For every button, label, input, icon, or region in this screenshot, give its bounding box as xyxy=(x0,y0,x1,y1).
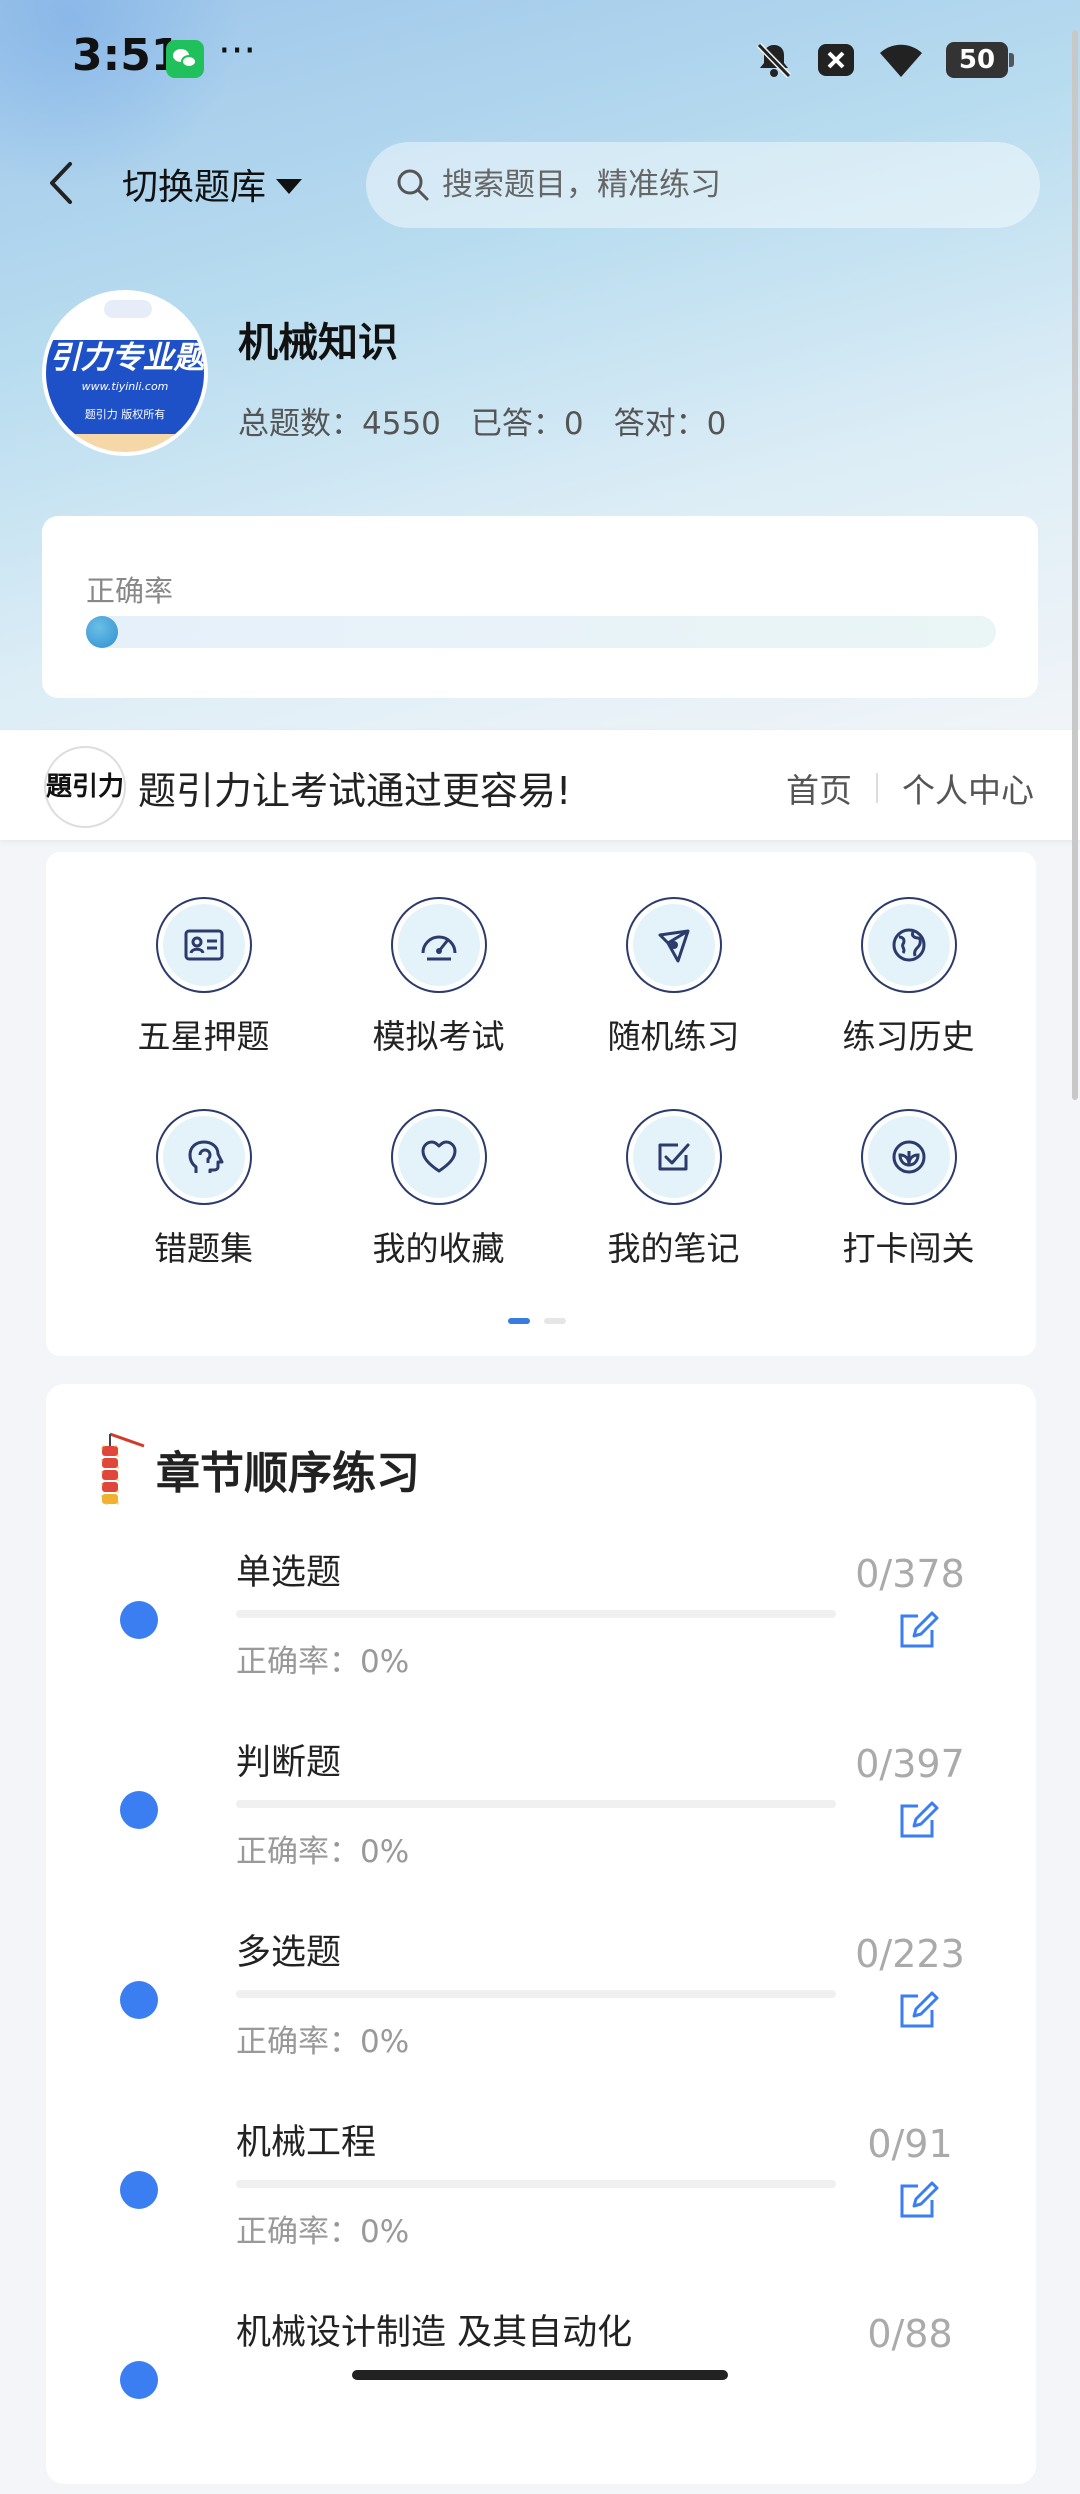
menu-item-mock-exam[interactable]: 模拟考试 xyxy=(321,896,556,1058)
heart-icon xyxy=(397,1116,480,1198)
switch-bank-button[interactable]: 切换题库 xyxy=(122,158,303,210)
menu-item-label: 打卡闯关 xyxy=(842,1229,975,1268)
chapter-progress-bar xyxy=(236,1610,836,1618)
status-bar: 3:51 ··· 50 xyxy=(0,0,1080,118)
menu-item-label: 模拟考试 xyxy=(372,1017,505,1056)
menu-item-label: 练习历史 xyxy=(842,1017,975,1056)
chapter-section-title: 章节顺序练习 xyxy=(156,1448,420,1499)
menu-item-favorites[interactable]: 我的收藏 xyxy=(321,1108,556,1270)
menu-pager[interactable] xyxy=(508,1318,566,1324)
bell-off-icon xyxy=(756,42,792,79)
chapter-row[interactable]: 单选题 正确率：0% 0/378 xyxy=(46,1544,1036,1734)
search-input[interactable] xyxy=(440,166,1004,204)
accuracy-label: 正确率 xyxy=(86,574,174,608)
accuracy-card: 正确率 xyxy=(42,516,1038,698)
chapter-name: 机械工程 xyxy=(236,2123,377,2163)
profile-link[interactable]: 个人中心 xyxy=(902,764,1034,812)
accuracy-progress-bar xyxy=(86,616,996,648)
chapter-name: 机械设计制造 及其自动化 xyxy=(236,2313,633,2353)
leaf-icon xyxy=(867,1116,950,1198)
divider xyxy=(876,773,878,803)
edit-icon[interactable] xyxy=(896,2178,940,2222)
menu-item-label: 五星押题 xyxy=(137,1017,270,1056)
chapter-count: 0/91 xyxy=(867,2122,953,2166)
pager-dot xyxy=(544,1318,566,1324)
menu-item-wrong-questions[interactable]: 错题集 xyxy=(86,1108,321,1270)
chapter-count: 0/88 xyxy=(867,2312,953,2356)
chapter-progress-bar xyxy=(236,1990,836,1998)
chapter-count: 0/397 xyxy=(855,1742,965,1786)
menu-item-random-practice[interactable]: 随机练习 xyxy=(556,896,791,1058)
chapter-count: 0/378 xyxy=(855,1552,965,1596)
chapter-name: 单选题 xyxy=(236,1553,342,1593)
brand-logo: 題引力 xyxy=(44,746,126,828)
chapter-row[interactable]: 判断题 正确率：0% 0/397 xyxy=(46,1734,1036,1924)
chapter-accuracy: 正确率：0% xyxy=(236,2024,410,2060)
feature-menu: 五星押题 模拟考试 随机练习 练习历史 错题集 我的收藏 我的笔记 打卡闯关 xyxy=(46,852,1036,1356)
chapter-row[interactable]: 机械设计制造 及其自动化 0/88 xyxy=(46,2304,1036,2494)
wechat-icon xyxy=(166,40,204,78)
menu-item-check-in[interactable]: 打卡闯关 xyxy=(791,1108,1026,1270)
network-icon xyxy=(632,904,715,986)
chapter-name: 多选题 xyxy=(236,1933,342,1973)
chapter-dot xyxy=(120,1981,158,2019)
chapter-count: 0/223 xyxy=(855,1932,965,1976)
caret-down-icon xyxy=(276,178,303,194)
menu-item-label: 错题集 xyxy=(154,1229,253,1268)
edit-icon[interactable] xyxy=(896,1608,940,1652)
total-count: 总题数：4550 xyxy=(238,406,441,442)
scrollbar[interactable] xyxy=(1072,30,1078,1100)
chapter-row[interactable]: 机械工程 正确率：0% 0/91 xyxy=(46,2114,1036,2304)
answered-count: 已答：0 xyxy=(470,406,584,442)
menu-item-history[interactable]: 练习历史 xyxy=(791,896,1026,1058)
chapter-accuracy: 正确率：0% xyxy=(236,1644,410,1680)
accuracy-progress-knob xyxy=(86,616,118,648)
chapter-practice-card: 章节顺序练习 单选题 正确率：0% 0/378 判断题 正确率：0% 0/397… xyxy=(46,1384,1036,2484)
switch-bank-label: 切换题库 xyxy=(122,167,267,208)
chapter-accuracy: 正确率：0% xyxy=(236,1834,410,1870)
search-bar[interactable] xyxy=(366,142,1040,228)
globe-icon xyxy=(867,904,950,986)
pager-dot-active xyxy=(508,1318,530,1324)
battery-icon: 50 xyxy=(946,42,1014,78)
more-notifications-icon: ··· xyxy=(218,28,257,74)
id-card-icon xyxy=(162,904,245,986)
chapter-row[interactable]: 多选题 正确率：0% 0/223 xyxy=(46,1924,1036,2114)
firecracker-icon xyxy=(101,1432,145,1505)
chapter-progress-bar xyxy=(236,2180,836,2188)
promo-bar: 題引力 题引力让考试通过更容易! 首页 个人中心 xyxy=(0,730,1080,840)
menu-item-notes[interactable]: 我的笔记 xyxy=(556,1108,791,1270)
edit-icon[interactable] xyxy=(896,1988,940,2032)
close-box-icon xyxy=(818,44,854,76)
question-bank-logo: 引力专业题 www.tiyinli.com 题引力 版权所有 xyxy=(42,290,208,456)
edit-icon[interactable] xyxy=(896,1798,940,1842)
chapter-dot xyxy=(120,1601,158,1639)
chapter-dot xyxy=(120,1791,158,1829)
search-icon xyxy=(397,169,429,201)
chapter-progress-bar xyxy=(236,1800,836,1808)
home-indicator[interactable] xyxy=(352,2370,728,2380)
bank-stats: 总题数：4550 已答：0 答对：0 xyxy=(238,398,726,443)
menu-item-label: 我的笔记 xyxy=(607,1229,740,1268)
chapter-dot xyxy=(120,2361,158,2399)
correct-count: 答对：0 xyxy=(613,406,727,442)
promo-slogan: 题引力让考试通过更容易! xyxy=(138,769,572,813)
bank-title: 机械知识 xyxy=(238,320,398,366)
menu-item-five-star[interactable]: 五星押题 xyxy=(86,896,321,1058)
wifi-icon xyxy=(880,44,922,77)
checkbox-icon xyxy=(632,1116,715,1198)
chapter-name: 判断题 xyxy=(236,1743,342,1783)
home-link[interactable]: 首页 xyxy=(786,764,852,812)
head-icon xyxy=(162,1116,245,1198)
back-button[interactable] xyxy=(42,158,82,208)
speedometer-icon xyxy=(397,904,480,986)
menu-item-label: 随机练习 xyxy=(607,1017,740,1056)
menu-item-label: 我的收藏 xyxy=(372,1229,505,1268)
chapter-dot xyxy=(120,2171,158,2209)
chapter-accuracy: 正确率：0% xyxy=(236,2214,410,2250)
